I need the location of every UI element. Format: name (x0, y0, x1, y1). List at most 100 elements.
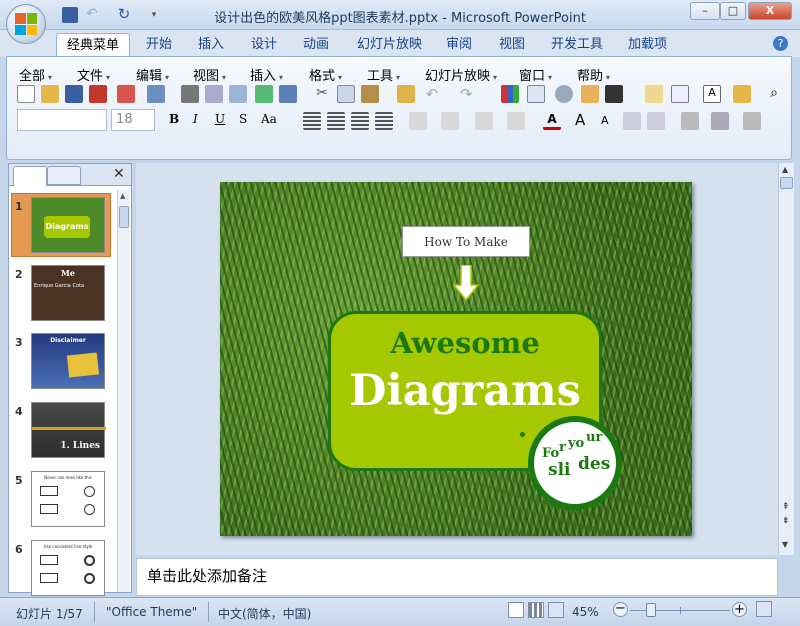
menu-slideshow[interactable]: 幻灯片放映 ▾ (425, 65, 497, 84)
shape-fill-icon[interactable] (711, 112, 729, 130)
slide-thumb-4[interactable]: 1. Lines (31, 402, 106, 458)
tab-review[interactable]: 审阅 (436, 33, 482, 57)
font-color-icon[interactable]: A (543, 112, 561, 130)
menu-tools[interactable]: 工具 ▾ (367, 65, 400, 84)
font-combo[interactable] (17, 109, 107, 131)
align-center-icon[interactable] (327, 112, 345, 130)
undo-icon[interactable]: ↶ (84, 7, 100, 23)
previous-slide-icon[interactable]: ⇞ (782, 503, 790, 512)
slideshow-view-icon[interactable] (548, 602, 564, 618)
tab-developer[interactable]: 开发工具 (541, 33, 613, 57)
change-case-button[interactable]: Aa (261, 112, 277, 126)
paste-icon[interactable] (361, 85, 379, 103)
layout-icon[interactable] (671, 85, 689, 103)
language-indicator[interactable]: 中文(简体，中国) (218, 605, 311, 622)
thumb-scrollbar[interactable]: ▲ (117, 190, 130, 592)
bullets-icon[interactable] (507, 112, 525, 130)
menu-edit[interactable]: 编辑 ▾ (136, 65, 169, 84)
save-icon[interactable] (65, 85, 83, 103)
theme-name[interactable]: "Office Theme" (106, 605, 197, 619)
increase-indent-icon[interactable] (647, 112, 665, 130)
search-icon[interactable]: ⌕ (765, 85, 783, 103)
zoom-in-icon[interactable]: + (732, 602, 747, 617)
text-direction-icon[interactable] (409, 112, 427, 130)
tab-home[interactable]: 开始 (136, 33, 182, 57)
shape-outline-icon[interactable] (743, 112, 761, 130)
tab-addins[interactable]: 加载项 (618, 33, 677, 57)
how-to-make-label[interactable]: How To Make (402, 226, 530, 257)
folder-icon[interactable] (733, 85, 751, 103)
menu-insert[interactable]: 插入 ▾ (250, 65, 283, 84)
thumb-scroll-handle[interactable] (119, 206, 129, 228)
copy-icon[interactable] (337, 85, 355, 103)
format-painter-icon[interactable] (397, 85, 415, 103)
menu-help[interactable]: 帮助 ▾ (577, 65, 610, 84)
arrange-icon[interactable] (681, 112, 699, 130)
text-box-icon[interactable]: A (703, 85, 721, 103)
preview-icon[interactable] (205, 85, 223, 103)
new-slide-icon[interactable] (645, 85, 663, 103)
underline-button[interactable]: U (215, 112, 225, 126)
insert-chart-icon[interactable] (501, 85, 519, 103)
save-icon[interactable] (62, 7, 78, 23)
bold-button[interactable]: B (169, 112, 179, 126)
insert-table-icon[interactable] (527, 85, 545, 103)
tab-slides[interactable] (13, 166, 47, 186)
cut-icon[interactable]: ✂ (313, 85, 331, 103)
menu-file[interactable]: 文件 ▾ (77, 65, 110, 84)
tab-design[interactable]: 设计 (241, 33, 287, 57)
line-style-icon[interactable] (605, 85, 623, 103)
next-slide-icon[interactable]: ⇟ (782, 517, 790, 526)
slide-sorter-icon[interactable] (528, 602, 544, 618)
menu-format[interactable]: 格式 ▾ (309, 65, 342, 84)
notes-pane[interactable]: 单击此处添加备注 (136, 558, 778, 596)
minimize-button[interactable]: – (690, 2, 720, 20)
tab-insert[interactable]: 插入 (188, 33, 234, 57)
decrease-indent-icon[interactable] (623, 112, 641, 130)
open-icon[interactable] (41, 85, 59, 103)
tab-view[interactable]: 视图 (489, 33, 535, 57)
help-icon[interactable]: ? (773, 36, 788, 51)
align-left-icon[interactable] (303, 112, 321, 130)
redo-icon[interactable]: ↷ (457, 85, 475, 103)
numbering-icon[interactable] (475, 112, 493, 130)
customize-quick-access-icon[interactable]: ▾ (146, 7, 162, 23)
for-your-slides-badge[interactable]: Fo r yo ur sli des (528, 416, 622, 510)
slide-thumb-2[interactable]: Me Enrique Garcia Cota (31, 265, 105, 321)
menu-all[interactable]: 全部 ▾ (19, 65, 52, 84)
close-pane-icon[interactable]: ✕ (113, 166, 125, 182)
shrink-font-button[interactable]: A (601, 114, 609, 127)
permission-icon[interactable] (89, 85, 107, 103)
redo-icon[interactable]: ↻ (116, 7, 132, 23)
slide-thumb-6[interactable]: Use consistent line style (31, 540, 105, 596)
tab-slideshow[interactable]: 幻灯片放映 (347, 33, 432, 57)
menu-view[interactable]: 视图 ▾ (193, 65, 226, 84)
office-button[interactable] (6, 4, 46, 44)
close-button[interactable]: X (748, 2, 792, 20)
scroll-up-icon[interactable]: ▲ (782, 165, 788, 174)
slide-thumb-1[interactable]: Diagrams (31, 197, 105, 253)
align-right-icon[interactable] (351, 112, 369, 130)
italic-button[interactable]: I (193, 112, 198, 126)
undo-icon[interactable]: ↶ (423, 85, 441, 103)
justify-icon[interactable] (375, 112, 393, 130)
print-preview-icon[interactable] (147, 85, 165, 103)
web-icon[interactable] (229, 85, 247, 103)
picture-icon[interactable] (581, 85, 599, 103)
scroll-handle[interactable] (780, 177, 793, 189)
zoom-level[interactable]: 45% (572, 605, 599, 619)
new-icon[interactable] (17, 85, 35, 103)
zoom-out-icon[interactable]: − (613, 602, 628, 617)
research-icon[interactable] (279, 85, 297, 103)
zoom-slider-thumb[interactable] (646, 603, 656, 617)
slide-canvas[interactable]: How To Make Awesome Diagrams Fo r yo ur … (220, 182, 692, 536)
line-spacing-icon[interactable] (441, 112, 459, 130)
email-icon[interactable] (117, 85, 135, 103)
scroll-down-icon[interactable]: ▼ (782, 540, 788, 549)
font-size-combo[interactable]: 18 (111, 109, 155, 131)
scroll-up-icon[interactable]: ▲ (120, 192, 125, 200)
grow-font-button[interactable]: A (575, 111, 585, 129)
menu-window[interactable]: 窗口 ▾ (519, 65, 552, 84)
clip-art-icon[interactable] (555, 85, 573, 103)
spelling-icon[interactable] (255, 85, 273, 103)
